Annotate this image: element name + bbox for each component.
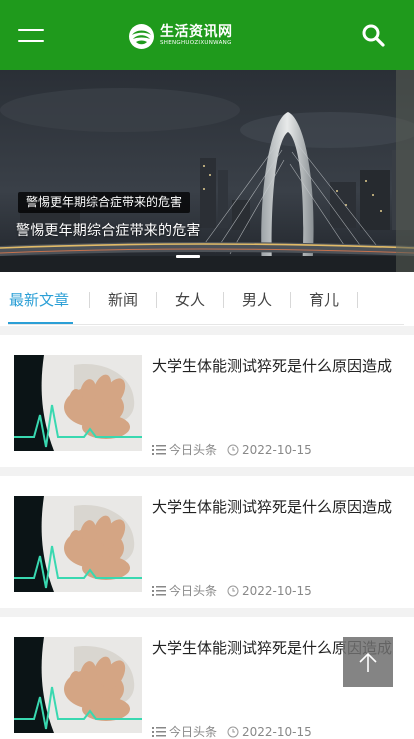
logo[interactable]: 生活资讯网 SHENGHUOZIXUNWANG bbox=[128, 22, 233, 50]
list-icon bbox=[152, 444, 166, 455]
article-card[interactable]: 大学生体能测试猝死是什么原因造成 今日头条 2022-10-15 bbox=[0, 335, 414, 467]
article-date: 2022-10-15 bbox=[242, 442, 312, 457]
clock-icon bbox=[227, 444, 239, 455]
slide-tag: 警惕更年期综合症带来的危害 bbox=[18, 192, 191, 213]
logo-icon bbox=[129, 23, 154, 49]
category-tabs: 最新文章 新闻 女人 男人 育儿 bbox=[0, 272, 414, 326]
tab-women[interactable]: 女人 bbox=[175, 272, 205, 326]
menu-line bbox=[18, 40, 44, 42]
tab-divider bbox=[290, 292, 291, 308]
article-meta: 今日头条 2022-10-15 bbox=[152, 582, 312, 599]
article-thumbnail[interactable] bbox=[14, 355, 142, 451]
tab-latest[interactable]: 最新文章 bbox=[9, 272, 69, 326]
slide-indicator[interactable] bbox=[176, 255, 200, 258]
slide-caption[interactable]: 警惕更年期综合症带来的危害 bbox=[16, 220, 201, 240]
search-icon[interactable] bbox=[360, 22, 386, 48]
brand-name: 生活资讯网 bbox=[160, 24, 233, 41]
tab-news[interactable]: 新闻 bbox=[108, 272, 138, 326]
tab-divider bbox=[89, 292, 90, 308]
list-icon bbox=[152, 726, 166, 737]
menu-line bbox=[18, 29, 44, 31]
clock-icon bbox=[227, 726, 239, 737]
article-thumbnail[interactable] bbox=[14, 496, 142, 592]
brand-subtitle: SHENGHUOZIXUNWANG bbox=[160, 40, 232, 47]
article-meta: 今日头条 2022-10-15 bbox=[152, 441, 312, 458]
article-date-group: 2022-10-15 bbox=[227, 443, 312, 457]
tab-divider bbox=[357, 292, 358, 308]
article-date-group: 2022-10-15 bbox=[227, 725, 312, 739]
back-to-top-button[interactable] bbox=[343, 637, 393, 687]
menu-icon[interactable] bbox=[18, 26, 44, 44]
article-source: 今日头条 bbox=[169, 443, 218, 457]
article-thumbnail[interactable] bbox=[14, 637, 142, 733]
article-date: 2022-10-15 bbox=[242, 724, 312, 739]
article-source: 今日头条 bbox=[169, 584, 218, 598]
article-meta: 今日头条 2022-10-15 bbox=[152, 723, 312, 739]
article-title[interactable]: 大学生体能测试猝死是什么原因造成 bbox=[152, 355, 400, 377]
banner-image bbox=[0, 70, 414, 272]
article-date: 2022-10-15 bbox=[242, 583, 312, 598]
header: 生活资讯网 SHENGHUOZIXUNWANG bbox=[0, 0, 414, 70]
active-tab-indicator bbox=[8, 322, 73, 324]
tab-parenting[interactable]: 育儿 bbox=[309, 272, 339, 326]
banner-slider[interactable]: 警惕更年期综合症带来的危害 警惕更年期综合症带来的危害 bbox=[0, 70, 414, 272]
tab-divider bbox=[223, 292, 224, 308]
tab-divider bbox=[156, 292, 157, 308]
tabs-divider bbox=[8, 324, 404, 325]
article-title[interactable]: 大学生体能测试猝死是什么原因造成 bbox=[152, 496, 400, 518]
list-icon bbox=[152, 585, 166, 596]
article-date-group: 2022-10-15 bbox=[227, 584, 312, 598]
article-card[interactable]: 大学生体能测试猝死是什么原因造成 今日头条 2022-10-15 bbox=[0, 476, 414, 608]
logo-text: 生活资讯网 SHENGHUOZIXUNWANG bbox=[160, 25, 233, 47]
tab-men[interactable]: 男人 bbox=[242, 272, 272, 326]
page: 生活资讯网 SHENGHUOZIXUNWANG 警惕更年期综合症带来的危害 警惕… bbox=[0, 0, 414, 739]
arrow-up-icon bbox=[359, 652, 377, 672]
article-source: 今日头条 bbox=[169, 725, 218, 739]
clock-icon bbox=[227, 585, 239, 596]
